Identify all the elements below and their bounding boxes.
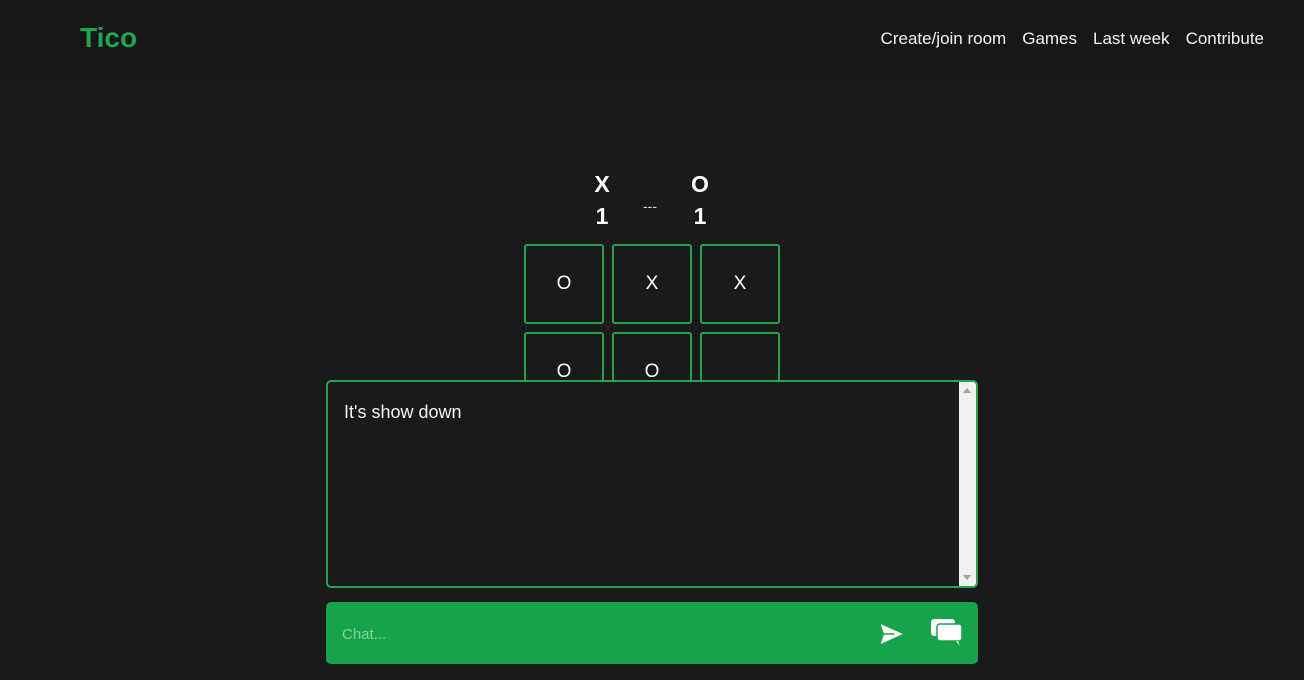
- scroll-down-arrow-icon[interactable]: [963, 575, 971, 580]
- navbar: Tico Create/join room Games Last week Co…: [0, 0, 1304, 79]
- chat-log[interactable]: It's show down: [326, 380, 978, 588]
- chat-bubbles-icon: [931, 619, 963, 646]
- chats-button[interactable]: [930, 617, 964, 649]
- chat-bar: [326, 602, 978, 664]
- nav-link-games[interactable]: Games: [1022, 29, 1077, 49]
- scroll-up-arrow-icon[interactable]: [963, 388, 971, 393]
- chat-input[interactable]: [340, 616, 844, 652]
- chat-message: It's show down: [344, 402, 462, 422]
- player-x-points: 1: [595, 203, 609, 229]
- nav-link-contribute[interactable]: Contribute: [1186, 29, 1264, 49]
- nav-link-create-join-room[interactable]: Create/join room: [881, 29, 1007, 49]
- player-o-points: 1: [693, 203, 707, 229]
- send-icon: [878, 622, 906, 646]
- board-cell[interactable]: X: [700, 244, 780, 324]
- score-separator: ---: [643, 198, 657, 214]
- board-cell[interactable]: O: [524, 244, 604, 324]
- board-cell[interactable]: X: [612, 244, 692, 324]
- brand-logo[interactable]: Tico: [80, 22, 137, 54]
- nav-links: Create/join room Games Last week Contrib…: [881, 29, 1264, 49]
- send-button[interactable]: [877, 619, 907, 649]
- chat-scrollbar[interactable]: [959, 382, 976, 586]
- player-o-label: O: [691, 171, 709, 197]
- nav-link-last-week[interactable]: Last week: [1093, 29, 1170, 49]
- player-o-score: O 1: [685, 168, 715, 232]
- player-x-score: X 1: [587, 168, 617, 232]
- scoreboard: X 1 --- O 1: [580, 168, 725, 230]
- player-x-label: X: [594, 171, 610, 197]
